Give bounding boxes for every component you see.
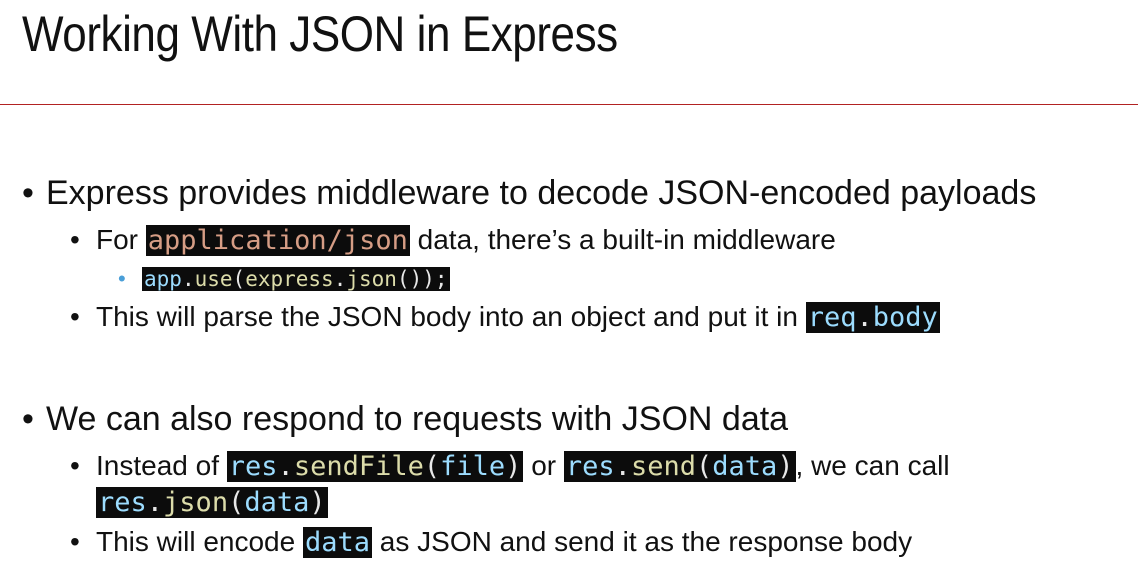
code-token: res — [228, 451, 278, 482]
bullet-dot: • — [70, 450, 80, 481]
sub-sub-bullet-app-use: • app.use(express.json()); — [118, 264, 450, 294]
slide-title: Working With JSON in Express — [22, 6, 618, 62]
code-token: send — [630, 451, 696, 482]
bullet-middleware: • Express provides middleware to decode J… — [22, 172, 1036, 214]
code-token: . — [277, 451, 294, 482]
bullet-dot: • — [22, 174, 34, 212]
bullet-dot: • — [70, 526, 80, 557]
bullet-text: Express provides middleware to decode JS… — [46, 174, 1037, 212]
code-token: body — [872, 302, 938, 333]
code-data: data — [302, 527, 373, 558]
code-req-body: req.body — [805, 302, 940, 333]
code-token: ( — [228, 487, 245, 518]
text-before: For — [96, 224, 146, 255]
title-divider — [0, 104, 1138, 105]
sub-bullet-builtin-middleware: • For application/json data, there’s a bu… — [70, 222, 836, 259]
sub-bullet-encode-data: • This will encode data as JSON and send … — [70, 524, 912, 561]
bullet-text: We can also respond to requests with JSO… — [46, 400, 789, 438]
code-app-use-express-json: app.use(express.json()); — [142, 267, 450, 291]
bullet-respond-json: • We can also respond to requests with JS… — [22, 398, 788, 440]
code-token: sendFile — [293, 451, 424, 482]
code-application-json: application/json — [145, 225, 410, 256]
text-before: Instead of — [96, 450, 227, 481]
bullet-dot: • — [22, 400, 34, 438]
code-token: . — [614, 451, 631, 482]
code-res-json: res.json(data) — [96, 487, 328, 518]
code-token: ) — [505, 451, 522, 482]
bullet-dot: • — [118, 266, 126, 291]
code-token: . — [856, 302, 873, 333]
bullet-dot: • — [70, 301, 80, 332]
code-token: json — [163, 487, 229, 518]
code-token: json — [346, 267, 397, 291]
code-token: req — [807, 302, 857, 333]
sub-bullet-res-json: • Instead of res.sendFile(file) or res.se… — [70, 448, 950, 485]
code-token: ( — [232, 267, 246, 291]
text-after: , we can call — [795, 450, 950, 481]
code-res-sendfile: res.sendFile(file) — [226, 451, 524, 482]
code-token: app — [144, 267, 182, 291]
text-after: data, there’s a built-in middleware — [409, 224, 836, 255]
text-before: This will encode — [96, 526, 303, 557]
code-token: res — [565, 451, 615, 482]
code-token: data — [244, 487, 310, 518]
text-middle: or — [523, 450, 564, 481]
code-token: . — [181, 267, 195, 291]
code-token: ) — [777, 451, 794, 482]
code-token: . — [333, 267, 347, 291]
code-token: res — [98, 487, 147, 518]
code-token: express — [245, 267, 334, 291]
code-token: use — [194, 267, 233, 291]
text-after: as JSON and send it as the response body — [372, 526, 913, 557]
code-token: data — [712, 451, 778, 482]
code-res-send: res.send(data) — [563, 451, 796, 482]
sub-bullet-req-body: • This will parse the JSON body into an o… — [70, 299, 940, 336]
bullet-dot: • — [70, 224, 80, 255]
sub-bullet-res-json-continued: res.json(data) — [96, 484, 328, 521]
code-token: file — [440, 451, 506, 482]
code-token: ()); — [396, 267, 448, 291]
text-before: This will parse the JSON body into an ob… — [96, 301, 806, 332]
code-token: . — [146, 487, 164, 518]
code-token: ( — [423, 451, 441, 482]
code-token: ( — [695, 451, 713, 482]
code-token: ) — [309, 487, 326, 518]
